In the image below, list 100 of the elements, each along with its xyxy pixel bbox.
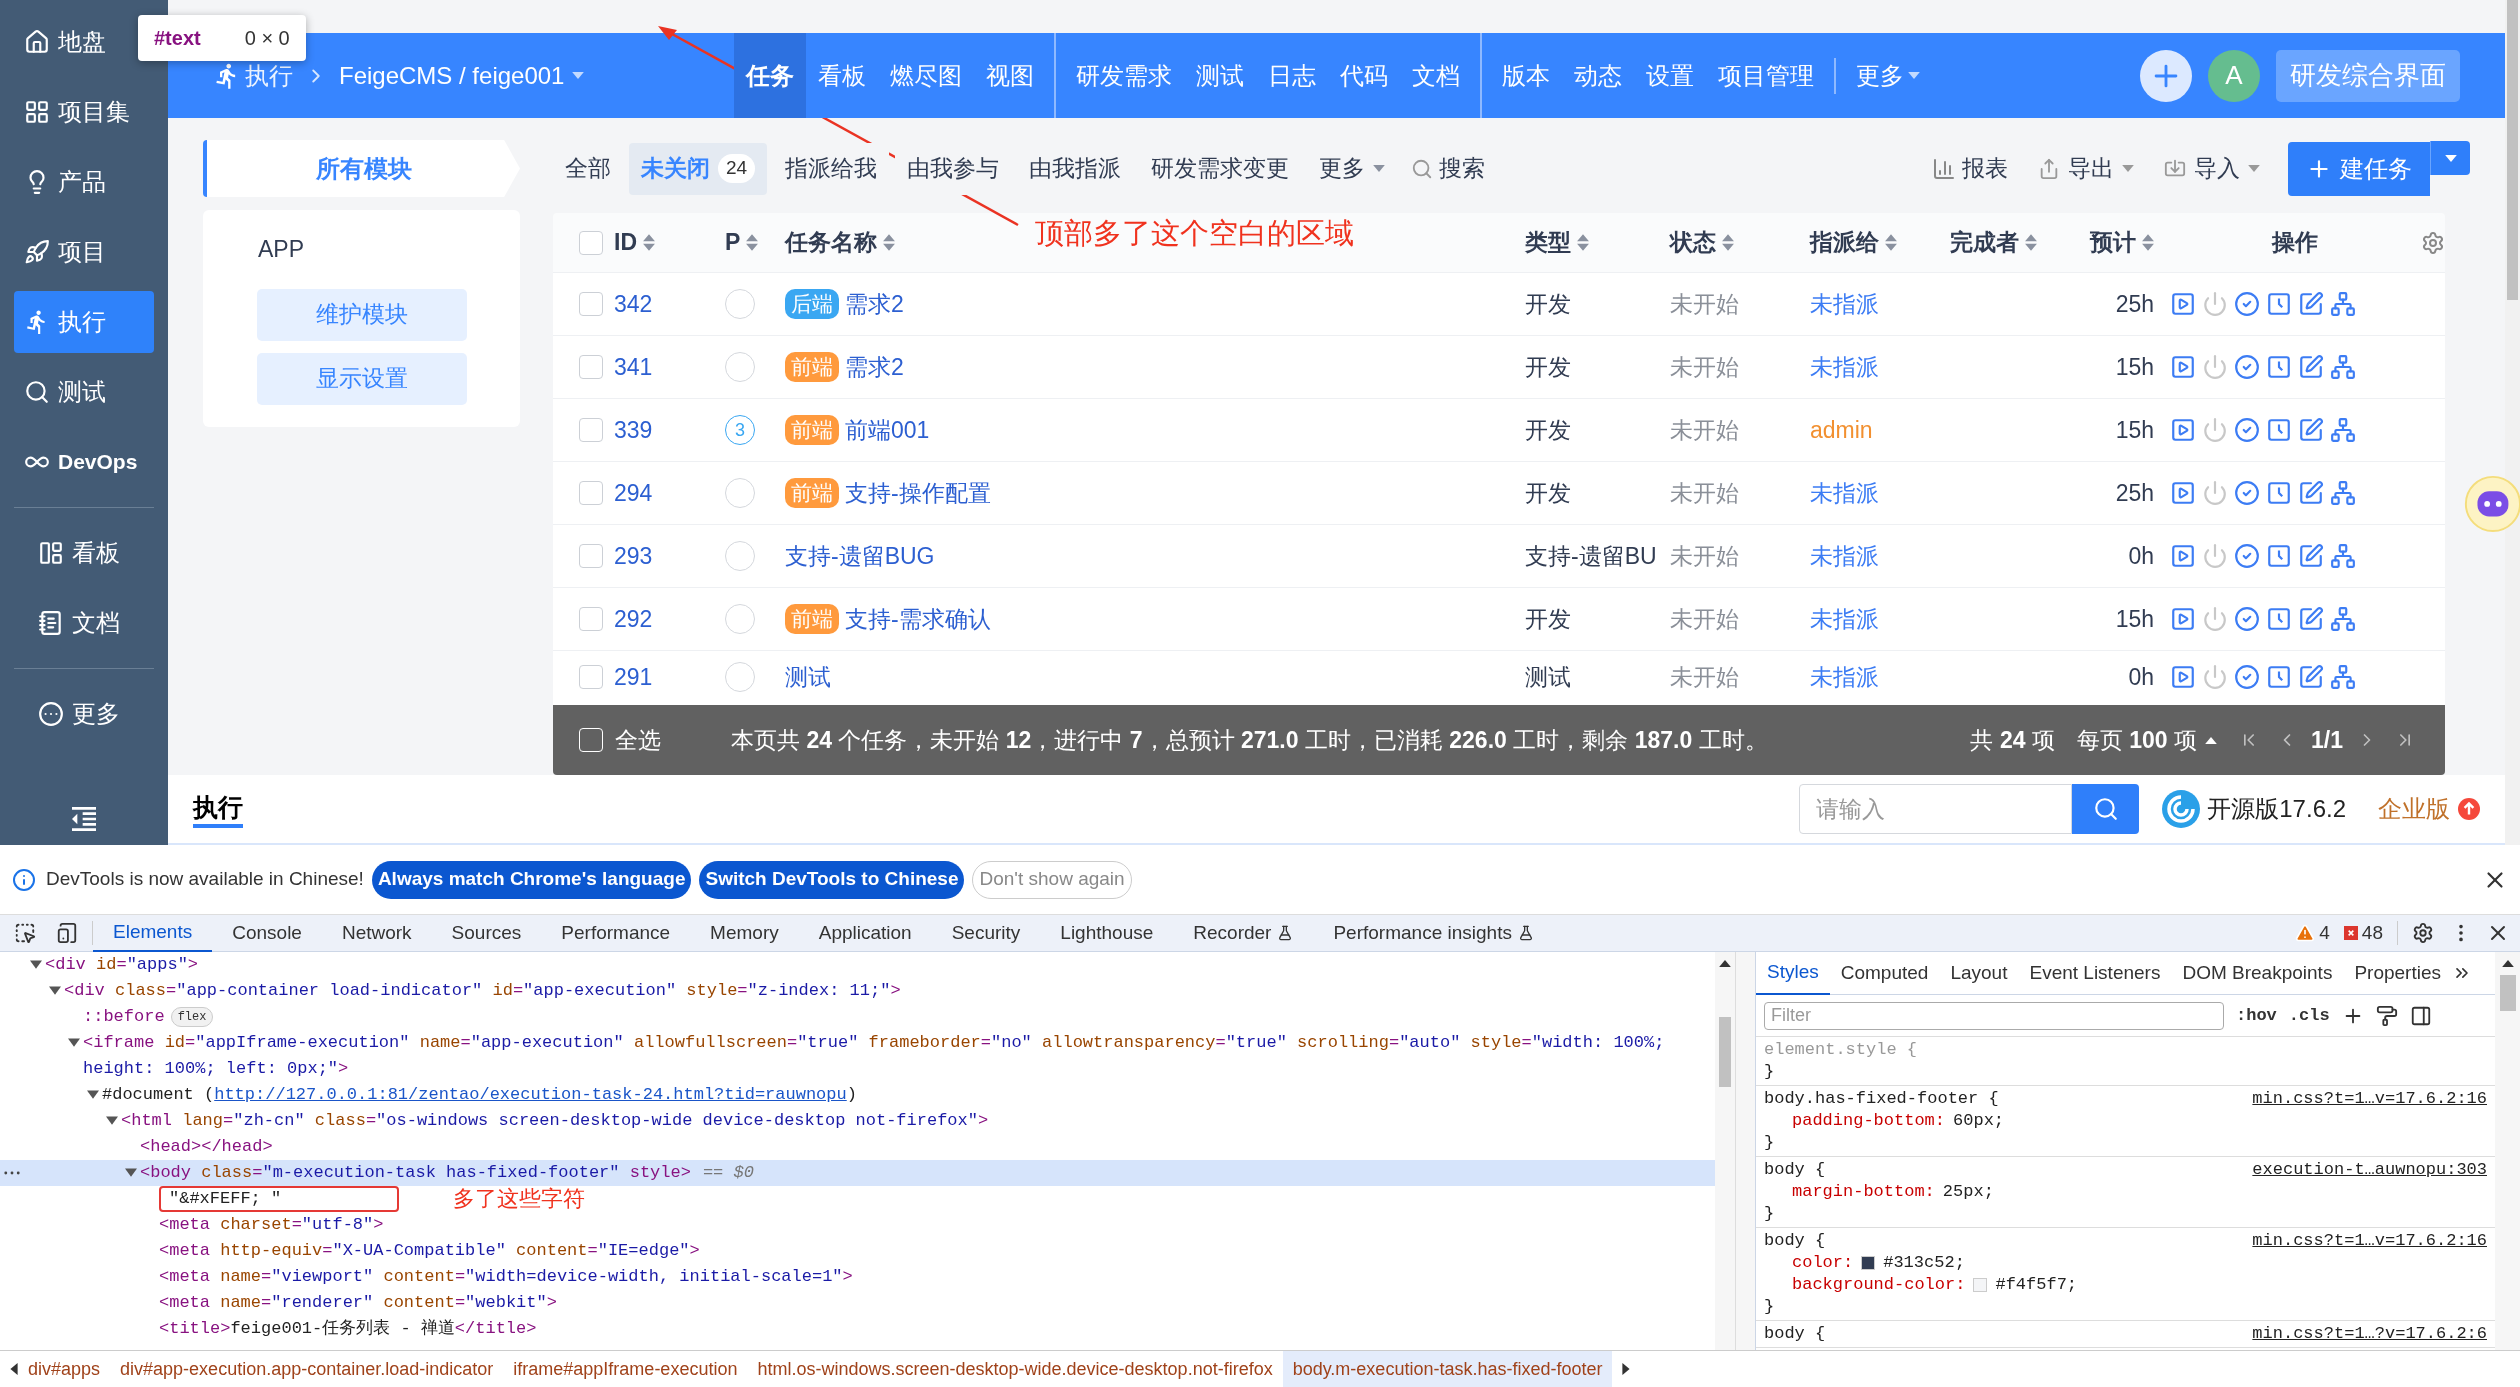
assignee-link[interactable]: 未指派 [1810, 349, 1950, 385]
sidebar-item[interactable]: DevOps [14, 431, 154, 493]
sidebar-item[interactable]: 看板 [28, 522, 140, 584]
styles-tab[interactable]: Layout [1939, 951, 2019, 995]
search-field[interactable]: 请输入 [1799, 784, 2073, 834]
sort-icon[interactable] [883, 233, 895, 252]
css-property[interactable]: margin-bottom: [1792, 1181, 1935, 1203]
check-circle-icon[interactable] [2234, 543, 2260, 569]
color-swatch[interactable] [1973, 1278, 1988, 1292]
clock-icon[interactable] [2266, 354, 2292, 380]
edit-icon[interactable] [2298, 291, 2324, 317]
text-node[interactable]: "&#xFEFF; " [159, 1186, 399, 1212]
filter-field[interactable]: Filter [1764, 1001, 2224, 1030]
source-link[interactable]: execution-t…auwnopu:303 [2252, 1159, 2487, 1181]
devtools-tab[interactable]: Elements [93, 914, 213, 952]
breadcrumb-item[interactable]: html.os-windows.screen-desktop-wide.device-desktop.not-firefox [747, 1350, 1283, 1387]
table-row[interactable]: 291 测试 测试 未开始 未指派 0h [553, 650, 2445, 705]
expand-triangle-icon[interactable] [125, 1166, 137, 1178]
devtools-tab[interactable]: Lighthouse [1040, 914, 1174, 952]
task-id[interactable]: 293 [614, 538, 725, 574]
clock-icon[interactable] [2266, 480, 2292, 506]
checkbox[interactable] [579, 665, 603, 689]
table-row[interactable]: 341 前端 需求2 开发 未开始 未指派 15h [553, 335, 2445, 398]
nav-tab[interactable]: 任务 [734, 33, 807, 118]
flex-badge[interactable]: flex [170, 1007, 214, 1027]
sort-icon[interactable] [643, 233, 655, 252]
split-icon[interactable] [2330, 664, 2356, 690]
error-icon[interactable] [2343, 926, 2358, 940]
sidebar-item[interactable]: 地盘 [14, 11, 154, 73]
split-icon[interactable] [2330, 543, 2356, 569]
add-button[interactable] [2140, 49, 2192, 102]
code-line[interactable]: <meta charset="utf-8"> [159, 1212, 384, 1238]
more-filter[interactable]: 更多 [1307, 151, 1398, 186]
scroll-right-icon[interactable] [1622, 1363, 1631, 1375]
devtools-tab[interactable]: Performance insights [1313, 914, 1554, 952]
play-icon[interactable] [2170, 417, 2196, 443]
infobar-button[interactable]: Always match Chrome's language [371, 860, 692, 899]
column-header[interactable]: 操作 [2272, 225, 2318, 260]
document-link[interactable]: http://127.0.0.1:81/zentao/execution-task-24.html?tid=rauwnopu [214, 1085, 847, 1104]
scrollbar-thumb[interactable] [1719, 1017, 1731, 1087]
code-line[interactable]: <iframe id="appIframe-execution" name="app-execution" allowfullscreen="true" frameborder="no" allowtransparency="true" scrolling="auto" style="width: 100%; height: 100%; left: 0px;"> [83, 1030, 1705, 1082]
task-name-link[interactable]: 前端001 [845, 412, 930, 448]
checkbox[interactable] [579, 418, 603, 442]
column-header[interactable]: 指派给 [1810, 225, 1897, 260]
devtools-tab[interactable]: Console [212, 914, 322, 952]
sort-icon[interactable] [1577, 233, 1589, 252]
code-line[interactable]: ::before [83, 1004, 165, 1030]
sidebar-item[interactable]: 测试 [14, 361, 154, 423]
column-header[interactable]: 状态 [1670, 225, 1734, 260]
sidebar-item[interactable]: 文档 [28, 592, 140, 654]
task-name-link[interactable]: 需求2 [845, 349, 904, 385]
expand-triangle-icon[interactable] [87, 1088, 99, 1100]
ellipsis-icon[interactable] [4, 1171, 20, 1175]
create-dropdown-button[interactable] [2430, 141, 2470, 175]
code-line[interactable]: <title>feige001-任务列表 - 禅道</title> [159, 1316, 537, 1342]
sort-icon[interactable] [746, 233, 759, 252]
source-link[interactable]: min.css?t=1…v=17.6.2:16 [2252, 1088, 2487, 1110]
play-icon[interactable] [2170, 606, 2196, 632]
task-id[interactable]: 291 [614, 659, 725, 695]
sort-icon[interactable] [2025, 233, 2037, 252]
edit-icon[interactable] [2298, 354, 2324, 380]
assignee-link[interactable]: 未指派 [1810, 601, 1950, 637]
check-circle-icon[interactable] [2234, 354, 2260, 380]
assignee-link[interactable]: 未指派 [1810, 475, 1950, 511]
clock-icon[interactable] [2266, 664, 2292, 690]
breadcrumb-item[interactable]: body.m-execution-task.has-fixed-footer [1282, 1350, 1613, 1387]
split-icon[interactable] [2330, 291, 2356, 317]
code-line[interactable]: <div id="apps"> [45, 952, 199, 978]
css-selector[interactable]: body { [1764, 1323, 1826, 1345]
edit-icon[interactable] [2298, 543, 2324, 569]
assignee-link[interactable]: 未指派 [1810, 286, 1950, 322]
devtools-tab[interactable]: Security [931, 914, 1041, 952]
column-header[interactable]: 预计 [2090, 225, 2154, 260]
css-property[interactable]: padding-bottom: [1792, 1110, 1946, 1132]
task-name-link[interactable]: 支持-操作配置 [845, 475, 991, 511]
devtools-tab[interactable]: Application [798, 914, 932, 952]
css-value[interactable]: 60px; [1953, 1110, 2005, 1132]
sort-icon[interactable] [2142, 233, 2154, 252]
column-header[interactable]: 任务名称 [785, 225, 895, 260]
split-icon[interactable] [2330, 480, 2356, 506]
warning-icon[interactable] [2295, 923, 2316, 943]
styles-tab[interactable]: Event Listeners [2018, 951, 2172, 995]
breadcrumb-item[interactable]: div#app-execution.app-container.load-indicator [110, 1350, 504, 1387]
elements-scrollbar[interactable] [1715, 952, 1735, 1350]
checkbox[interactable] [579, 544, 603, 568]
split-icon[interactable] [2330, 606, 2356, 632]
scroll-left-icon[interactable] [10, 1363, 18, 1375]
source-link[interactable]: min.css?t=1…?v=17.6.2:6 [2252, 1323, 2487, 1345]
play-icon[interactable] [2170, 480, 2196, 506]
inspect-icon[interactable] [14, 922, 36, 944]
split-icon[interactable] [2330, 417, 2356, 443]
check-circle-icon[interactable] [2234, 480, 2260, 506]
edit-icon[interactable] [2298, 417, 2324, 443]
breadcrumb-item[interactable]: iframe#appIframe-execution [503, 1350, 748, 1387]
scrollbar-thumb[interactable] [2499, 975, 2516, 1011]
code-line[interactable]: #document (http://127.0.0.1:81/zentao/execution-task-24.html?tid=rauwnopu) [102, 1082, 857, 1108]
sidebar-item[interactable]: 项目 [14, 221, 154, 283]
table-row[interactable]: 342 后端 需求2 开发 未开始 未指派 25h [553, 272, 2445, 335]
device-icon[interactable] [56, 922, 78, 944]
styles-tab[interactable]: DOM Breakpoints [2171, 951, 2344, 995]
